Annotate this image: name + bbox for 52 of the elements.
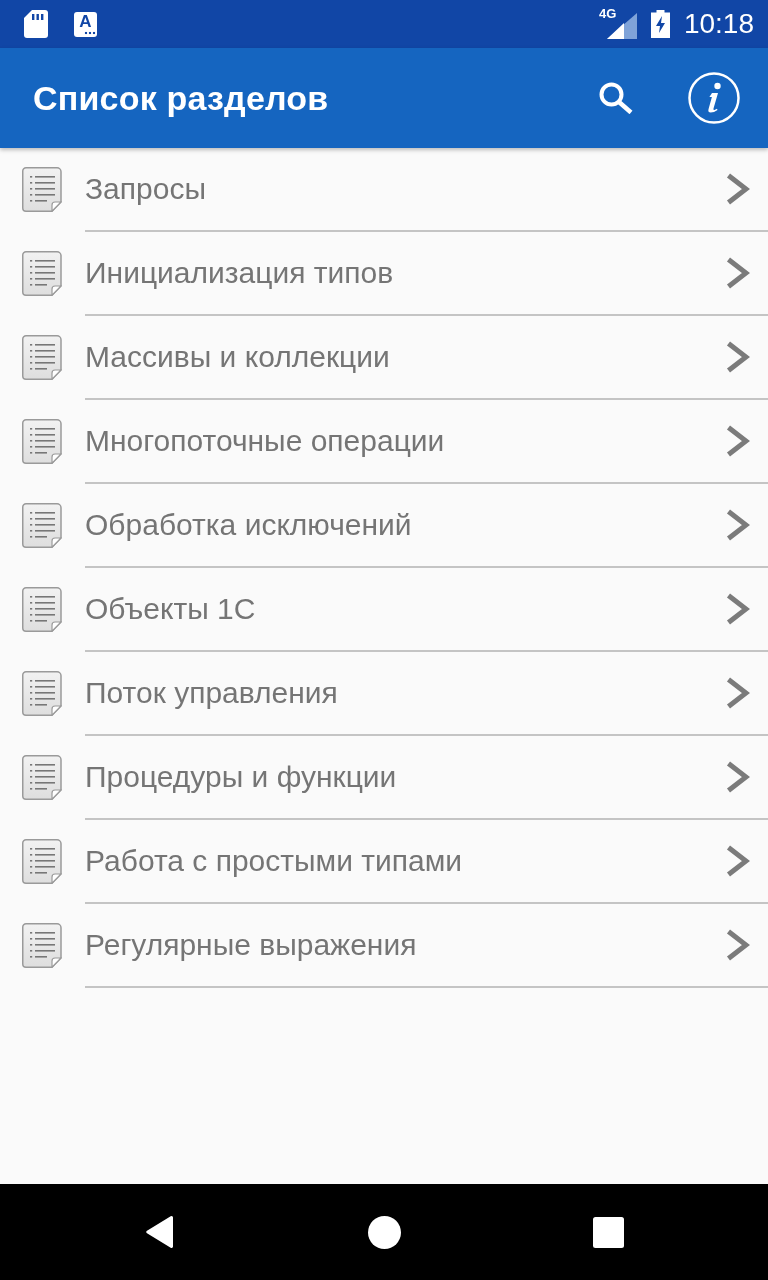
document-icon xyxy=(22,250,62,296)
sd-card-icon xyxy=(24,10,48,38)
search-icon xyxy=(599,82,633,114)
section-list-item[interactable]: Объекты 1С xyxy=(0,568,768,652)
document-icon xyxy=(22,502,62,548)
home-icon xyxy=(367,1215,401,1249)
chevron-right-icon xyxy=(726,593,750,625)
section-label: Процедуры и функции xyxy=(85,760,398,794)
document-icon xyxy=(22,586,62,632)
chevron-right-icon xyxy=(726,761,750,793)
section-list-item[interactable]: Регулярные выражения xyxy=(0,904,768,988)
battery-charging-icon xyxy=(650,10,670,38)
chevron-right-icon xyxy=(726,173,750,205)
screen-title: Список разделов xyxy=(33,78,330,118)
section-list-item[interactable]: Процедуры и функции xyxy=(0,736,768,820)
section-label: Регулярные выражения xyxy=(85,928,418,962)
section-label: Поток управления xyxy=(85,676,339,710)
section-list-item[interactable]: Массивы и коллекции xyxy=(0,316,768,400)
document-icon xyxy=(22,166,62,212)
section-label: Инициализация типов xyxy=(85,256,395,290)
info-icon xyxy=(688,72,740,124)
network-type-label: 4G xyxy=(598,7,617,21)
chevron-right-icon xyxy=(726,341,750,373)
document-icon xyxy=(22,922,62,968)
section-label: Запросы xyxy=(85,172,207,206)
back-icon xyxy=(145,1215,175,1249)
clock-time: 10:18 xyxy=(683,8,754,40)
section-label: Массивы и коллекции xyxy=(85,340,391,374)
document-icon xyxy=(22,418,62,464)
section-label: Обработка исключений xyxy=(85,508,413,542)
section-label: Многопоточные операции xyxy=(85,424,446,458)
section-list-item[interactable]: Обработка исключений xyxy=(0,484,768,568)
section-list-item[interactable]: Запросы xyxy=(0,148,768,232)
section-label: Объекты 1С xyxy=(85,592,257,626)
section-list-item[interactable]: Поток управления xyxy=(0,652,768,736)
document-icon xyxy=(22,838,62,884)
document-icon xyxy=(22,670,62,716)
keyboard-badge: A xyxy=(74,11,97,37)
document-icon xyxy=(22,754,62,800)
section-list-item[interactable]: Многопоточные операции xyxy=(0,400,768,484)
chevron-right-icon xyxy=(726,845,750,877)
chevron-right-icon xyxy=(726,677,750,709)
section-list-item[interactable]: Работа с простыми типами xyxy=(0,820,768,904)
chevron-right-icon xyxy=(726,257,750,289)
section-label: Работа с простыми типами xyxy=(85,844,464,878)
recents-icon xyxy=(592,1216,624,1248)
document-icon xyxy=(22,334,62,380)
chevron-right-icon xyxy=(726,929,750,961)
section-list-item[interactable]: Инициализация типов xyxy=(0,232,768,316)
chevron-right-icon xyxy=(726,509,750,541)
info-button[interactable] xyxy=(686,70,742,126)
chevron-right-icon xyxy=(726,425,750,457)
